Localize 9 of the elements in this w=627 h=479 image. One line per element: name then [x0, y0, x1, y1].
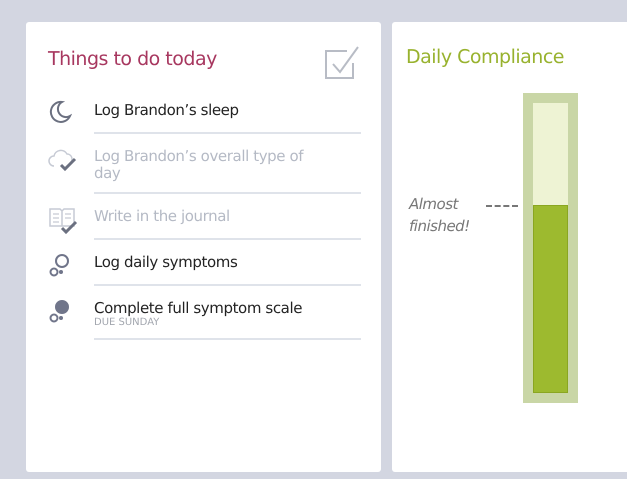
card-title: Things to do today: [48, 48, 217, 70]
task-label[interactable]: Complete full symptom scale: [94, 300, 302, 317]
card-title: Daily Compliance: [406, 46, 565, 68]
progress-note: Almost finished!: [409, 194, 471, 237]
task-label[interactable]: Log daily symptoms: [94, 254, 238, 271]
task-label[interactable]: Log Brandon’s sleep: [94, 102, 239, 119]
leader-line: [486, 204, 518, 206]
checkbox-icon[interactable]: [323, 44, 361, 82]
due-label: DUE SUNDAY: [94, 317, 160, 328]
